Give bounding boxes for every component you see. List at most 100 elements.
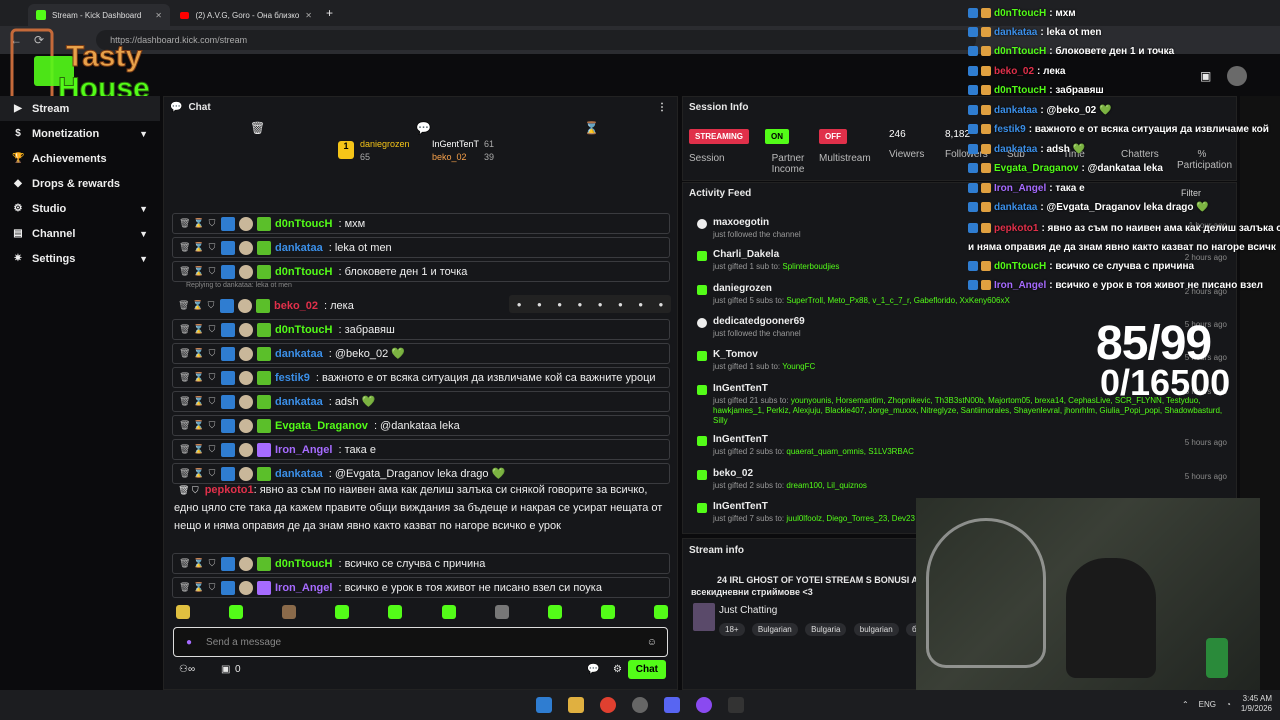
hourglass-icon[interactable]: ⌛	[193, 242, 204, 253]
hourglass-icon[interactable]: ⌛	[584, 121, 599, 135]
chat-username[interactable]: Iron_Angel	[275, 582, 332, 594]
chat-username[interactable]: Evgata_Draganov	[275, 420, 368, 432]
trash-icon[interactable]: 🗑	[179, 582, 190, 593]
chat-message[interactable]: 🗑 ⌛ ⛉ dankataa: leka ot men	[172, 237, 670, 258]
chat-message[interactable]: 🗑 ⌛ ⛉ d0nTtoucH: блоковете ден 1 и точка	[172, 261, 670, 282]
play-icon[interactable]: ●	[517, 300, 522, 309]
more-icon[interactable]: ⋮	[657, 102, 667, 113]
trash-icon[interactable]: 🗑	[179, 348, 190, 359]
trash-icon[interactable]: 🗑	[178, 300, 189, 311]
hourglass-icon[interactable]: ⌛	[193, 444, 204, 455]
mute-icon[interactable]: ●	[557, 300, 562, 309]
hourglass-icon[interactable]: ⌛	[193, 420, 204, 431]
chat-message[interactable]: 🗑 ⌛ ⛉ Evgata_Draganov: @dankataa leka	[172, 415, 670, 436]
emote-icon[interactable]	[282, 605, 297, 619]
sidebar-item-studio[interactable]: ⚙ Studio ▼	[0, 196, 160, 221]
address-input[interactable]: https://dashboard.kick.com/stream	[96, 30, 977, 50]
hourglass-icon[interactable]: ⌛	[193, 266, 204, 277]
trash-icon[interactable]: 🗑	[179, 242, 190, 253]
trash-icon[interactable]: 🗑	[179, 420, 190, 431]
hourglass-icon[interactable]: ⌛	[193, 324, 204, 335]
activity-user[interactable]: beko_02	[713, 468, 1227, 479]
trash-icon[interactable]: 🗑	[179, 372, 190, 383]
sidebar-item-monetization[interactable]: $ Monetization ▼	[0, 121, 160, 146]
trash-icon[interactable]: 🗑	[179, 396, 190, 407]
sidebar-item-achievements[interactable]: 🏆 Achievements	[0, 146, 160, 171]
reply-icon[interactable]: ●	[618, 300, 623, 309]
emote-icon[interactable]	[600, 605, 615, 619]
hourglass-icon[interactable]: ⌛	[193, 372, 204, 383]
microphone-icon[interactable]: ●	[186, 637, 192, 648]
twitch-icon[interactable]	[696, 697, 712, 713]
chat-message[interactable]: 🗑 ⌛ ⛉ d0nTtoucH: всичко се случва с причина	[172, 553, 670, 574]
emote-icon[interactable]	[229, 605, 244, 619]
activity-user[interactable]: InGentTenT	[713, 434, 1227, 445]
chat-message-long[interactable]: 🗑 ⛉ pepkoto1: явно аз съм по наивен ама к…	[174, 481, 670, 535]
hourglass-icon[interactable]: ⌛	[193, 218, 204, 229]
emote-icon[interactable]	[176, 605, 190, 619]
chat-message[interactable]: 🗑 ⌛ ⛉ Iron_Angel: всичко е урок в тоя живот…	[172, 577, 670, 598]
emoji-icon[interactable]: ☺	[647, 637, 657, 648]
trash-icon[interactable]: 🗑	[179, 218, 190, 229]
shield-icon[interactable]: ⛉	[206, 300, 216, 311]
clock-icon[interactable]: ●	[537, 300, 542, 309]
chrome-icon[interactable]	[600, 697, 616, 713]
trash-icon[interactable]: 🗑	[179, 468, 190, 479]
category-name[interactable]: Just Chatting	[719, 605, 777, 616]
language-indicator[interactable]: ENG	[1199, 700, 1216, 709]
discord-icon[interactable]	[664, 697, 680, 713]
sidebar-item-drops[interactable]: ◆ Drops & rewards	[0, 171, 160, 196]
wifi-icon[interactable]: ◔	[1226, 700, 1231, 709]
chevron-up-icon[interactable]: ⌃	[1182, 700, 1189, 709]
chat-message[interactable]: 🗑 ⌛ ⛉ dankataa: adsh 💚	[172, 391, 670, 412]
chat-username[interactable]: dankataa	[275, 396, 323, 408]
hourglass-icon[interactable]: ⌛	[193, 468, 204, 479]
emote-icon[interactable]	[494, 605, 509, 619]
trash-icon[interactable]: 🗑	[179, 444, 190, 455]
chat-username[interactable]: dankataa	[275, 242, 323, 254]
hourglass-icon[interactable]: ⌛	[192, 300, 203, 311]
hourglass-icon[interactable]: ⌛	[193, 582, 204, 593]
new-tab-button[interactable]: +	[326, 6, 333, 20]
chat-username[interactable]: pepkoto1	[205, 484, 254, 496]
shield-icon[interactable]: ⛉	[207, 582, 217, 593]
chat-message[interactable]: 🗑 ⌛ ⛉ dankataa: @beko_02 💚	[172, 343, 670, 364]
trash-icon[interactable]: 🗑	[250, 121, 265, 135]
hourglass-icon[interactable]: ⌛	[193, 396, 204, 407]
shield-icon[interactable]: ⛉	[207, 324, 217, 335]
obs-icon[interactable]	[632, 697, 648, 713]
emote-icon[interactable]	[441, 605, 456, 619]
emote-icon[interactable]	[653, 605, 668, 619]
sidebar-item-stream[interactable]: ▶ Stream	[0, 96, 160, 121]
terminal-icon[interactable]	[728, 697, 744, 713]
trash-icon[interactable]: 🗑 ⛉	[178, 485, 199, 495]
emote-icon[interactable]	[335, 605, 350, 619]
copy-icon[interactable]: ●	[598, 300, 603, 309]
chat-bubble-icon[interactable]: 💬	[416, 121, 431, 135]
chat-username[interactable]: Iron_Angel	[275, 444, 332, 456]
emote-icon[interactable]	[388, 605, 403, 619]
chat-input[interactable]: ● Send a message ☺	[173, 627, 668, 657]
close-icon[interactable]: ✕	[305, 11, 312, 20]
chat-username[interactable]: dankataa	[275, 348, 323, 360]
windows-start-icon[interactable]	[536, 697, 552, 713]
chat-message[interactable]: 🗑 ⌛ ⛉ d0nTtoucH: забравяш	[172, 319, 670, 340]
pin-icon[interactable]: ●	[638, 300, 643, 309]
chat-send-button[interactable]: Chat	[627, 660, 666, 679]
sidebar-item-channel[interactable]: ▤ Channel ▼	[0, 221, 160, 246]
hourglass-icon[interactable]: ⌛	[193, 558, 204, 569]
clock[interactable]: 3:45 AM 1/9/2026	[1241, 694, 1272, 714]
shield-icon[interactable]: ⛉	[207, 558, 217, 569]
trash-icon[interactable]: 🗑	[179, 558, 190, 569]
chat-username[interactable]: dankataa	[275, 468, 323, 480]
emote-icon[interactable]	[547, 605, 562, 619]
chat-message[interactable]: 🗑 ⌛ ⛉ Iron_Angel: така е	[172, 439, 670, 460]
shield-icon[interactable]: ⛉	[207, 468, 217, 479]
gear-icon[interactable]: ⚙	[613, 664, 622, 675]
sidebar-item-settings[interactable]: ✷ Settings ▼	[0, 246, 160, 271]
chat-username[interactable]: festik9	[275, 372, 310, 384]
chat-username[interactable]: d0nTtoucH	[275, 218, 332, 230]
chat-username[interactable]: beko_02	[274, 300, 318, 312]
shield-icon[interactable]: ⛉	[207, 266, 217, 277]
trash-icon[interactable]: 🗑	[179, 266, 190, 277]
